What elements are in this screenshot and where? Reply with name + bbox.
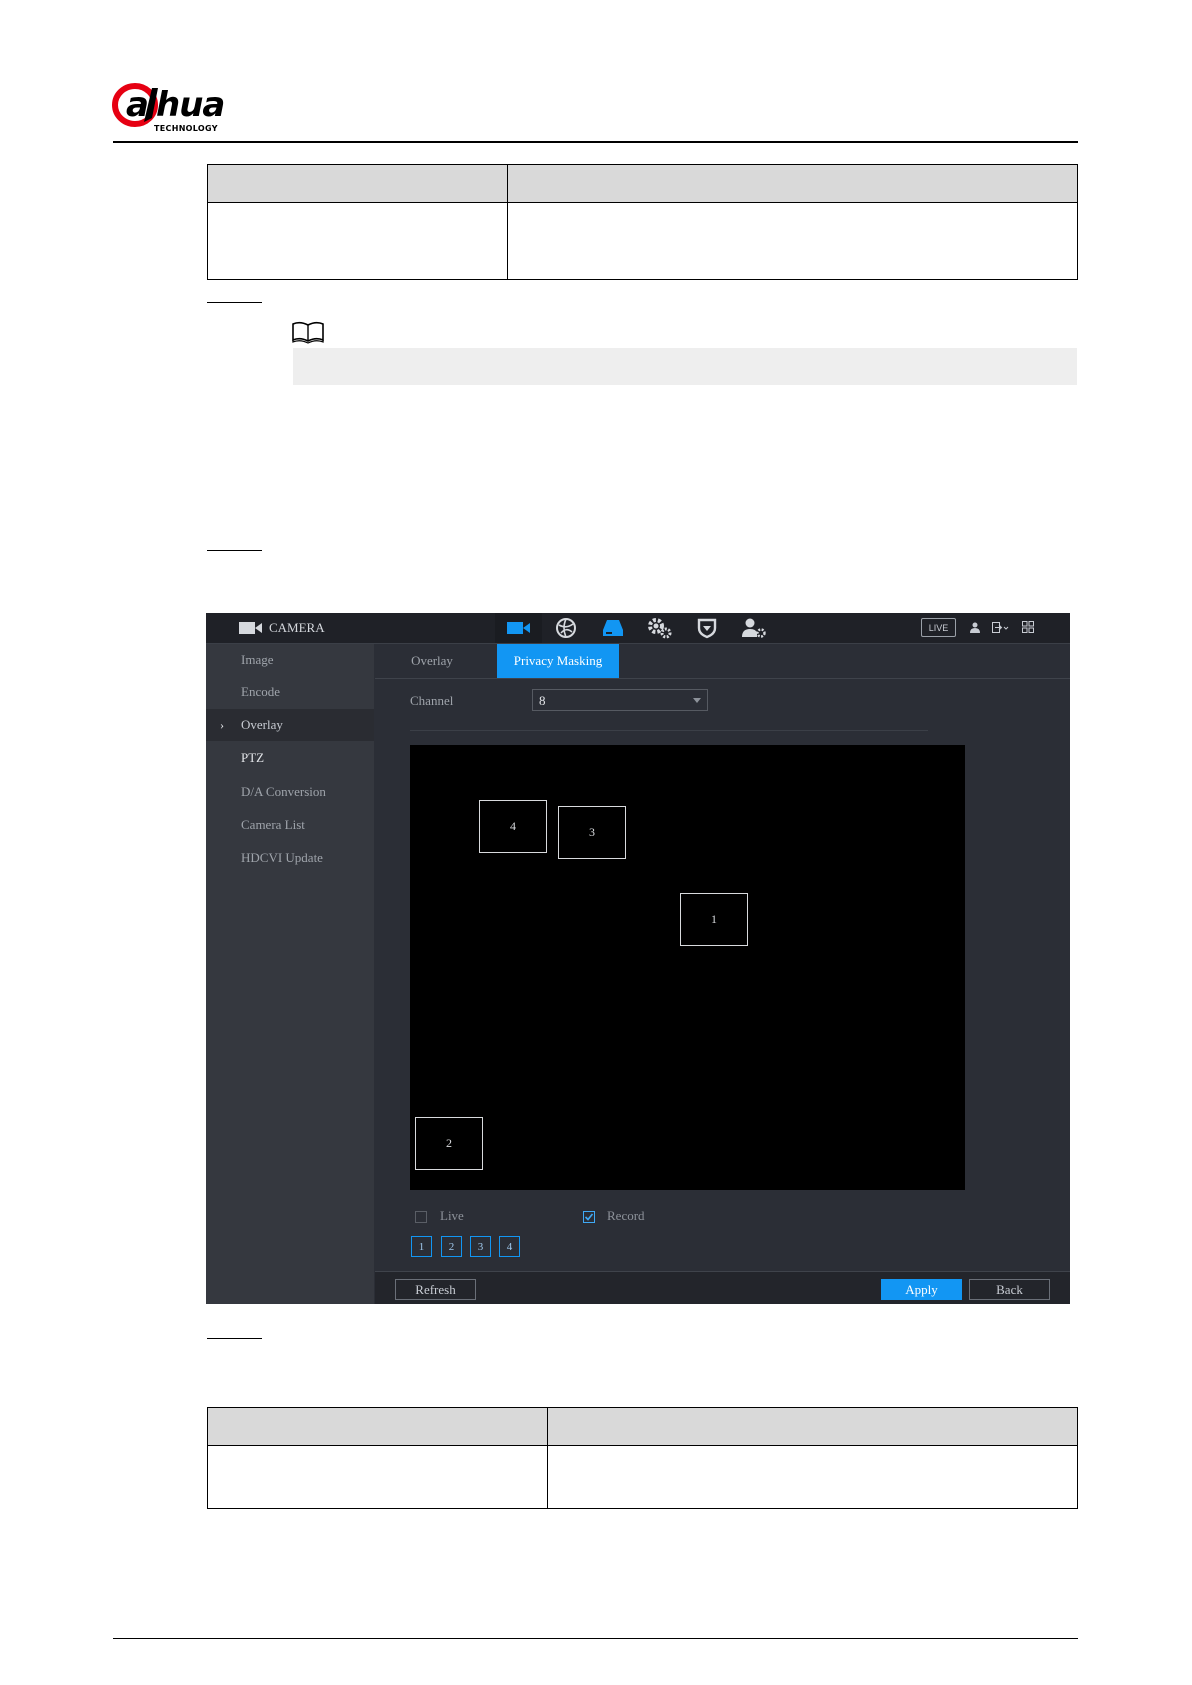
security-shield-icon: [697, 618, 716, 639]
system-gears-icon: [647, 618, 671, 639]
region-button-2[interactable]: 2: [441, 1236, 462, 1257]
nav-account-button[interactable]: [730, 613, 777, 643]
sidebar-item-ptz[interactable]: PTZ: [206, 742, 374, 774]
chevron-down-icon: [693, 698, 701, 703]
table-header-cell: [207, 1407, 548, 1446]
parameter-table-top: [207, 164, 1078, 280]
region-button-1[interactable]: 1: [411, 1236, 432, 1257]
nav-storage-button[interactable]: [589, 613, 636, 643]
mask-region[interactable]: 4: [479, 800, 547, 853]
camera-icon: [239, 621, 263, 640]
region-button-3[interactable]: 3: [470, 1236, 491, 1257]
sidebar-item-label: Camera List: [241, 817, 305, 832]
sidebar-item-overlay[interactable]: › Overlay: [206, 709, 374, 741]
nav-system-button[interactable]: [636, 613, 683, 643]
logout-icon[interactable]: [992, 621, 1010, 633]
sidebar-item-label: Encode: [241, 684, 280, 699]
note-book-icon: [291, 320, 325, 349]
sidebar-item-da-conversion[interactable]: D/A Conversion: [206, 776, 374, 808]
record-checkbox[interactable]: [583, 1211, 595, 1223]
tab-overlay[interactable]: Overlay: [385, 644, 479, 678]
mask-region[interactable]: 1: [680, 893, 748, 946]
sidebar-item-label: Overlay: [241, 717, 283, 732]
table-header-cell: [507, 164, 1078, 203]
step-marker: [207, 1338, 262, 1339]
logo-mark: a hua: [112, 83, 225, 127]
svg-text:hua: hua: [156, 85, 224, 125]
mask-region[interactable]: 3: [558, 806, 626, 859]
refresh-button[interactable]: Refresh: [395, 1279, 476, 1300]
step-marker: [207, 550, 262, 551]
main-nav: [495, 613, 777, 643]
sidebar-item-label: HDCVI Update: [241, 850, 323, 865]
ui-title: CAMERA: [269, 620, 325, 635]
header-rule: [113, 141, 1078, 143]
sidebar-item-label: Image: [241, 652, 274, 667]
sidebar-item-label: PTZ: [241, 750, 265, 765]
table-header-cell: [207, 164, 508, 203]
storage-icon: [602, 620, 623, 636]
live-button[interactable]: LIVE: [921, 618, 956, 637]
dahua-logo: a hua TECHNOLOGY: [112, 82, 272, 136]
user-icon[interactable]: [970, 622, 980, 633]
chevron-right-icon: ›: [220, 718, 224, 732]
camera-icon: [506, 622, 530, 634]
sidebar-item-hdcvi-update[interactable]: HDCVI Update: [206, 842, 374, 874]
sidebar-item-encode[interactable]: Encode: [206, 676, 374, 708]
top-right-icons: [970, 621, 1034, 633]
video-preview[interactable]: 4 3 1 2: [410, 745, 965, 1190]
live-checkbox-label: Live: [440, 1208, 464, 1223]
nav-security-button[interactable]: [683, 613, 730, 643]
mask-region[interactable]: 2: [415, 1117, 483, 1170]
camera-config-screenshot: CAMERA LIVE Image Encode › Overlay PTZ D…: [206, 613, 1070, 1304]
channel-select[interactable]: 8: [532, 689, 708, 711]
nav-camera-button[interactable]: [495, 613, 542, 643]
table-header-row: [207, 164, 1078, 203]
note-box: [293, 348, 1077, 385]
table-header-row: [207, 1407, 1078, 1446]
footer-rule: [113, 1638, 1078, 1639]
account-icon: [741, 618, 766, 638]
logo-wordmark: a hua: [112, 78, 262, 128]
tab-privacy-masking[interactable]: Privacy Masking: [497, 644, 619, 678]
network-globe-icon: [555, 618, 576, 638]
table-cell: [207, 202, 508, 280]
ui-top-bar: CAMERA LIVE: [206, 613, 1070, 644]
channel-value: 8: [539, 693, 546, 708]
sidebar-item-image[interactable]: Image: [206, 644, 374, 676]
channel-label: Channel: [410, 693, 454, 708]
region-button-4[interactable]: 4: [499, 1236, 520, 1257]
live-checkbox[interactable]: [415, 1211, 427, 1223]
apply-button[interactable]: Apply: [881, 1279, 962, 1300]
table-cell: [547, 1445, 1078, 1509]
sub-tabs: Overlay Privacy Masking: [375, 644, 1070, 679]
table-row: [207, 202, 1078, 280]
table-cell: [507, 202, 1078, 280]
table-cell: [207, 1445, 548, 1509]
table-row: [207, 1445, 1078, 1509]
sidebar-item-camera-list[interactable]: Camera List: [206, 809, 374, 841]
step-marker: [207, 302, 262, 303]
logo-subtext: TECHNOLOGY: [154, 124, 218, 133]
record-checkbox-label: Record: [607, 1208, 645, 1223]
back-button[interactable]: Back: [969, 1279, 1050, 1300]
checkmark-icon: [584, 1213, 594, 1221]
fullscreen-icon[interactable]: [1022, 621, 1034, 633]
divider: [410, 730, 928, 731]
sidebar-item-label: D/A Conversion: [241, 784, 326, 799]
nav-network-button[interactable]: [542, 613, 589, 643]
camera-sidebar: Image Encode › Overlay PTZ D/A Conversion…: [206, 644, 374, 1304]
svg-text:a: a: [126, 85, 148, 125]
table-header-cell: [547, 1407, 1078, 1446]
parameter-table-bottom: [207, 1407, 1078, 1509]
action-bar: Refresh Apply Back: [375, 1271, 1070, 1304]
